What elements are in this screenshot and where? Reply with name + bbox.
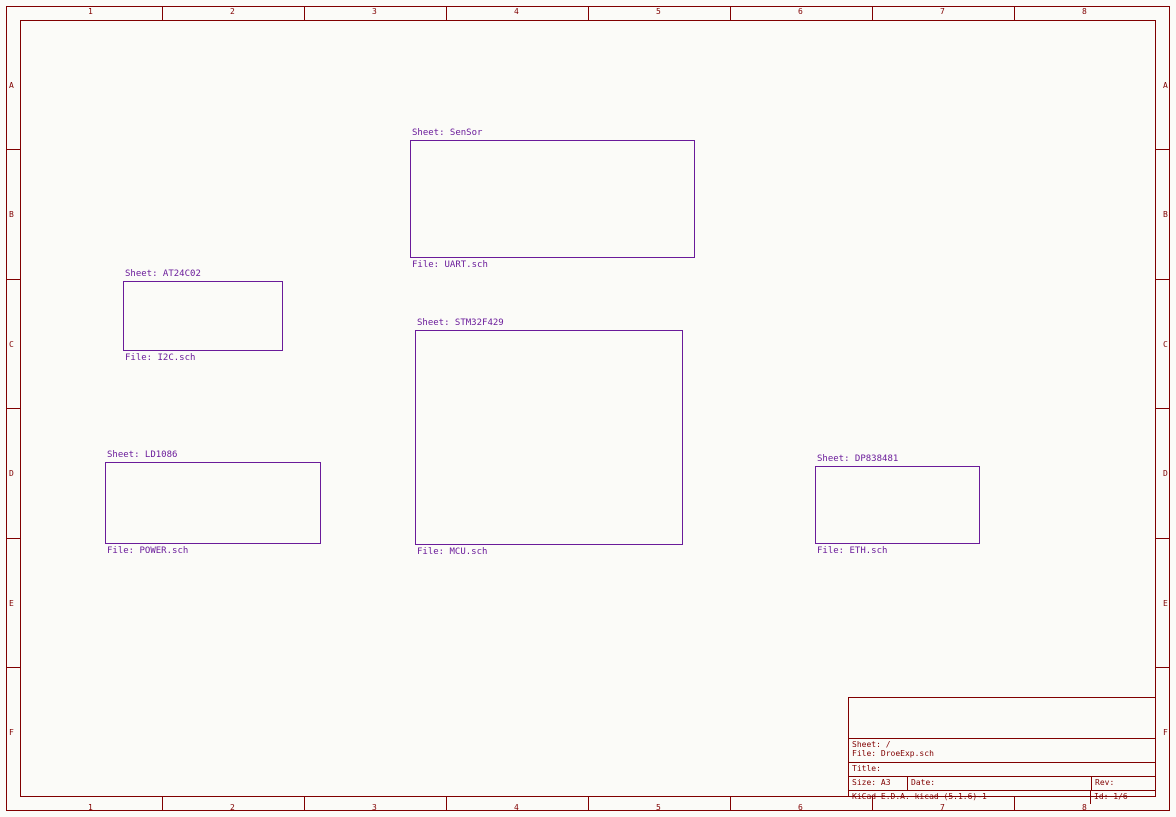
ruler-bottom-num: 4 [514, 803, 519, 812]
sheet-dp8384-file: File: ETH.sch [817, 546, 887, 556]
ruler-tick [6, 408, 20, 409]
sheet-sensor[interactable] [410, 140, 695, 258]
ruler-bottom-num: 8 [1082, 803, 1087, 812]
sheet-at24c02-file: File: I2C.sch [125, 353, 195, 363]
ruler-right-letter: E [1163, 599, 1168, 608]
ruler-bottom-num: 1 [88, 803, 93, 812]
ruler-tick [446, 6, 447, 20]
ruler-right-letter: A [1163, 81, 1168, 90]
ruler-top-num: 8 [1082, 7, 1087, 16]
sheet-sensor-file: File: UART.sch [412, 260, 488, 270]
ruler-right-letter: B [1163, 210, 1168, 219]
ruler-tick [1156, 408, 1170, 409]
sheet-ld1086[interactable] [105, 462, 321, 544]
ruler-tick [6, 279, 20, 280]
sheet-stm32[interactable] [415, 330, 683, 545]
ruler-tick [872, 6, 873, 20]
ruler-tick [1156, 538, 1170, 539]
ruler-tick [1156, 149, 1170, 150]
ruler-bottom-num: 3 [372, 803, 377, 812]
ruler-top-num: 7 [940, 7, 945, 16]
sheet-at24c02-name: Sheet: AT24C02 [125, 269, 201, 279]
ruler-tick [588, 797, 589, 811]
ruler-tick [162, 797, 163, 811]
tb-date: Date: [907, 777, 1091, 790]
ruler-tick [588, 6, 589, 20]
sheet-ld1086-name: Sheet: LD1086 [107, 450, 177, 460]
ruler-tick [304, 6, 305, 20]
ruler-left-letter: A [9, 81, 14, 90]
ruler-bottom-num: 7 [940, 803, 945, 812]
tb-file: File: DroeExp.sch [852, 748, 934, 762]
sheet-stm32-name: Sheet: STM32F429 [417, 318, 504, 328]
ruler-bottom-num: 6 [798, 803, 803, 812]
ruler-top-num: 5 [656, 7, 661, 16]
ruler-tick [304, 797, 305, 811]
sheet-sensor-name: Sheet: SenSor [412, 128, 482, 138]
sheet-stm32-file: File: MCU.sch [417, 547, 487, 557]
ruler-tick [446, 797, 447, 811]
ruler-tick [1156, 279, 1170, 280]
sheet-at24c02[interactable] [123, 281, 283, 351]
ruler-right-letter: C [1163, 340, 1168, 349]
ruler-tick [6, 538, 20, 539]
ruler-tick [6, 667, 20, 668]
ruler-bottom-num: 2 [230, 803, 235, 812]
titleblock: Sheet: / File: DroeExp.sch Title: Size: … [848, 697, 1156, 797]
sheet-ld1086-file: File: POWER.sch [107, 546, 188, 556]
ruler-left-letter: F [9, 728, 14, 737]
ruler-left-letter: B [9, 210, 14, 219]
tb-kicad: KiCad E.D.A. kicad (5.1.6)-1 [852, 791, 1090, 804]
ruler-left-letter: D [9, 469, 14, 478]
ruler-left-letter: E [9, 599, 14, 608]
tb-title: Title: [852, 763, 881, 776]
ruler-top-num: 6 [798, 7, 803, 16]
ruler-bottom-num: 5 [656, 803, 661, 812]
ruler-top-num: 4 [514, 7, 519, 16]
ruler-top-num: 3 [372, 7, 377, 16]
ruler-tick [162, 6, 163, 20]
ruler-tick [1014, 6, 1015, 20]
ruler-top-num: 2 [230, 7, 235, 16]
tb-size: Size: A3 [852, 777, 907, 790]
ruler-top-num: 1 [88, 7, 93, 16]
ruler-left-letter: C [9, 340, 14, 349]
sheet-dp8384[interactable] [815, 466, 980, 544]
ruler-tick [730, 797, 731, 811]
ruler-tick [730, 6, 731, 20]
ruler-right-letter: F [1163, 728, 1168, 737]
ruler-tick [1156, 667, 1170, 668]
ruler-tick [6, 149, 20, 150]
tb-rev: Rev: [1091, 777, 1155, 790]
sheet-dp8384-name: Sheet: DP838481 [817, 454, 898, 464]
tb-id: Id: 1/6 [1090, 791, 1155, 804]
ruler-right-letter: D [1163, 469, 1168, 478]
